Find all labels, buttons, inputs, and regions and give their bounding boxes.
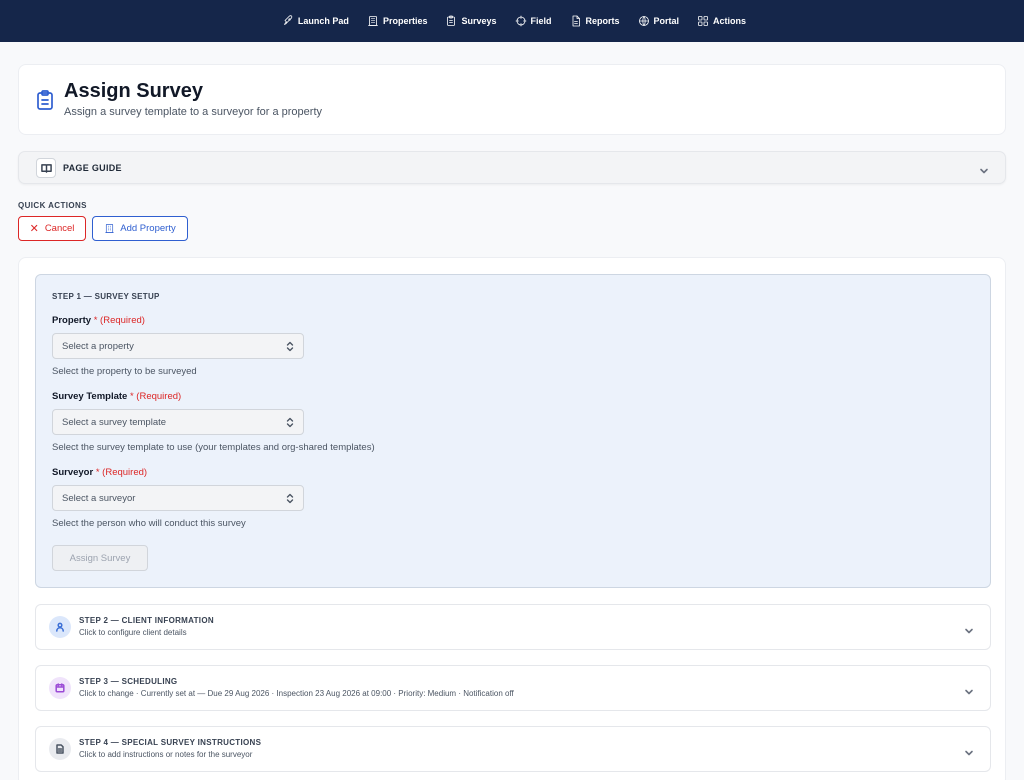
page-title: Assign Survey <box>64 80 203 102</box>
clipboard-icon <box>447 15 456 26</box>
step-title: STEP 4 — SPECIAL SURVEY INSTRUCTIONS <box>79 738 262 747</box>
step2-client-information[interactable]: STEP 2 — CLIENT INFORMATION Click to con… <box>35 604 991 650</box>
property-select[interactable]: Select a property <box>52 333 304 359</box>
chevron-down-icon <box>964 745 974 756</box>
assign-survey-button[interactable]: Assign Survey <box>52 545 148 571</box>
quick-actions-label: QUICK ACTIONS <box>18 201 87 210</box>
survey-template-label: Survey Template * (Required) <box>52 391 181 402</box>
nav-item-reports[interactable]: Reports <box>561 0 629 42</box>
cancel-button-label: Cancel <box>44 223 75 234</box>
assign-survey-button-label: Assign Survey <box>69 552 131 564</box>
step3-scheduling[interactable]: STEP 3 — SCHEDULING Click to change · Cu… <box>35 665 991 711</box>
building-icon <box>105 224 114 233</box>
person-icon <box>56 622 64 632</box>
step-icon-badge <box>49 616 71 638</box>
cancel-button[interactable]: ✕ Cancel <box>18 216 86 241</box>
survey-template-select-placeholder: Select a survey template <box>62 416 167 428</box>
building-icon <box>368 16 378 26</box>
nav-label: Surveys <box>461 16 497 26</box>
clipboard-list-icon <box>37 90 53 110</box>
chevron-up-down-icon <box>286 341 294 352</box>
nav-item-actions[interactable]: Actions <box>688 0 755 42</box>
chevron-up-down-icon <box>286 417 294 428</box>
step-description: Click to add instructions or notes for t… <box>79 750 253 759</box>
step-icon-badge <box>49 677 71 699</box>
required-marker: * (Required) <box>129 391 182 402</box>
close-icon: ✕ <box>29 223 39 235</box>
surveyor-label-text: Surveyor <box>52 467 94 478</box>
property-label-text: Property <box>52 315 92 326</box>
step-title: STEP 3 — SCHEDULING <box>79 677 178 686</box>
nav-label: Reports <box>585 16 620 26</box>
nav-item-surveys[interactable]: Surveys <box>436 0 505 42</box>
add-property-button[interactable]: Add Property <box>92 216 188 241</box>
surveyor-select-placeholder: Select a surveyor <box>62 492 136 504</box>
chevron-up-down-icon <box>286 493 294 504</box>
rocket-icon <box>284 15 293 25</box>
page-subtitle: Assign a survey template to a surveyor f… <box>64 106 323 118</box>
page-guide-label: PAGE GUIDE <box>63 163 122 173</box>
surveyor-select[interactable]: Select a surveyor <box>52 485 304 511</box>
document-icon <box>572 15 580 27</box>
assign-survey-form: STEP 1 — SURVEY SETUP Property * (Requir… <box>18 257 1006 780</box>
surveyor-label: Surveyor * (Required) <box>52 467 147 478</box>
survey-template-label-text: Survey Template <box>52 391 128 402</box>
step-description: Click to configure client details <box>79 628 187 637</box>
nav-label: Field <box>530 16 552 26</box>
step1-title: STEP 1 — SURVEY SETUP <box>52 292 160 301</box>
chevron-down-icon <box>979 163 989 174</box>
chevron-down-icon <box>964 623 974 634</box>
note-icon <box>56 744 64 754</box>
top-navigation: Launch Pad Properties Surveys Field Repo… <box>0 0 1024 42</box>
chevron-down-icon <box>964 684 974 695</box>
property-label: Property * (Required) <box>52 315 145 326</box>
nav-item-field[interactable]: Field <box>506 0 561 42</box>
globe-icon <box>638 16 649 26</box>
required-marker: * (Required) <box>95 467 148 478</box>
nav-label: Portal <box>653 16 680 26</box>
survey-template-select[interactable]: Select a survey template <box>52 409 304 435</box>
nav-item-properties[interactable]: Properties <box>358 0 437 42</box>
surveyor-help: Select the person who will conduct this … <box>52 518 246 529</box>
step1-survey-setup: STEP 1 — SURVEY SETUP Property * (Requir… <box>35 274 991 588</box>
nav-label: Launch Pad <box>297 16 349 26</box>
property-select-placeholder: Select a property <box>62 340 134 352</box>
page-header-card: Assign Survey Assign a survey template t… <box>18 64 1006 135</box>
nav-item-portal[interactable]: Portal <box>629 0 689 42</box>
nav-label: Properties <box>382 16 428 26</box>
step4-special-instructions[interactable]: STEP 4 — SPECIAL SURVEY INSTRUCTIONS Cli… <box>35 726 991 772</box>
book-icon <box>36 158 56 178</box>
step-title: STEP 2 — CLIENT INFORMATION <box>79 616 214 625</box>
property-help: Select the property to be surveyed <box>52 366 197 377</box>
calendar-icon <box>55 683 65 693</box>
step-description: Click to change · Currently set at — Due… <box>79 689 514 698</box>
survey-template-help: Select the survey template to use (your … <box>52 442 375 453</box>
required-marker: * (Required) <box>93 315 145 326</box>
crosshair-icon <box>515 15 526 27</box>
page-guide-toggle[interactable]: PAGE GUIDE <box>18 151 1006 184</box>
step-icon-badge <box>49 738 71 760</box>
add-property-button-label: Add Property <box>120 223 176 234</box>
nav-label: Actions <box>713 16 747 26</box>
nav-items: Launch Pad Properties Surveys Field Repo… <box>273 0 755 42</box>
nav-item-launch-pad[interactable]: Launch Pad <box>273 0 358 42</box>
grid-icon <box>698 16 708 26</box>
